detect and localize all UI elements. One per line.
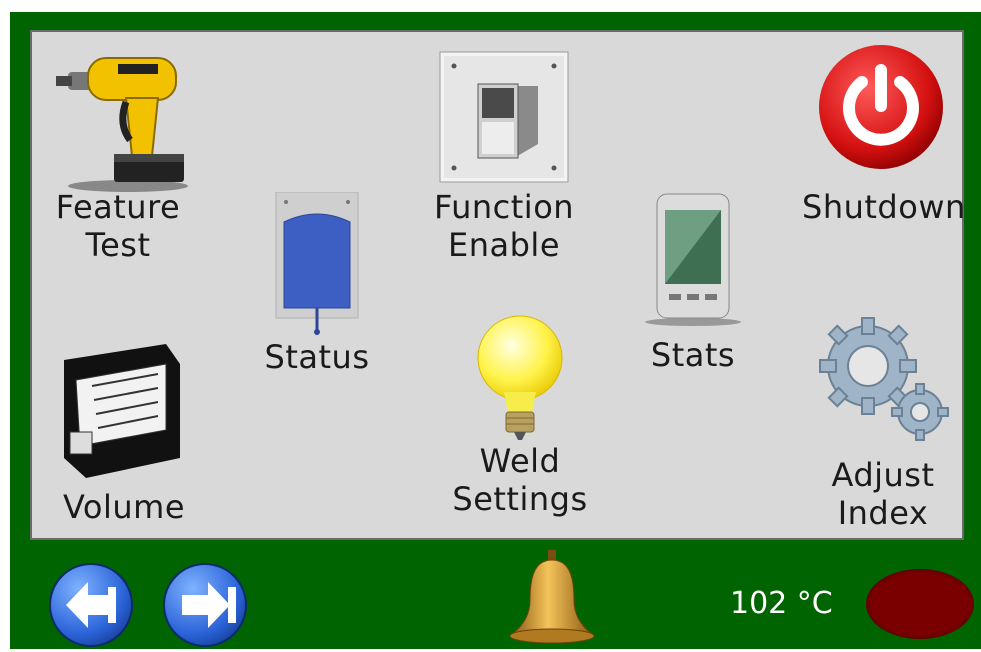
shutdown-label: Shutdown xyxy=(802,188,966,226)
alarm-bell-button[interactable] xyxy=(506,548,598,648)
screen-background: Feature Test Status Function Enable Weld… xyxy=(10,12,981,649)
function-enable-label: Function Enable xyxy=(433,188,575,264)
feature-test-label: Feature Test xyxy=(55,188,181,264)
drill-icon xyxy=(56,57,188,192)
gears-icon xyxy=(819,317,949,441)
adjust-index-tile[interactable]: Adjust Index xyxy=(808,314,958,540)
menu-panel: Feature Test Status Function Enable Weld… xyxy=(30,30,966,542)
forward-button[interactable] xyxy=(162,562,248,648)
device-bezel: Feature Test Status Function Enable Weld… xyxy=(10,12,981,649)
arrow-left-icon xyxy=(49,563,133,647)
bag-icon xyxy=(275,192,359,335)
switch-icon xyxy=(439,51,569,183)
bell-icon xyxy=(509,550,595,644)
function-enable-tile[interactable]: Function Enable xyxy=(424,50,584,270)
screen-frame: Feature Test Status Function Enable Weld… xyxy=(0,0,981,649)
stats-tile[interactable]: Stats xyxy=(628,190,758,380)
temperature-readout: 102 °C xyxy=(730,586,833,621)
status-indicator-led xyxy=(866,569,974,639)
lightbulb-icon xyxy=(477,315,563,440)
status-label: Status xyxy=(264,338,370,376)
volume-tile[interactable]: Volume xyxy=(46,340,202,540)
shutdown-tile[interactable]: Shutdown xyxy=(802,42,966,242)
weld-settings-label: Weld Settings xyxy=(452,442,588,518)
status-tile[interactable]: Status xyxy=(252,192,382,382)
pump-icon xyxy=(64,344,180,478)
stats-label: Stats xyxy=(650,336,736,374)
status-bar: 102 °C xyxy=(10,542,981,649)
weld-settings-tile[interactable]: Weld Settings xyxy=(440,312,600,542)
volume-label: Volume xyxy=(62,488,185,526)
back-button[interactable] xyxy=(48,562,134,648)
feature-test-tile[interactable]: Feature Test xyxy=(48,38,188,268)
pda-icon xyxy=(645,193,741,326)
arrow-right-icon xyxy=(163,563,247,647)
power-icon xyxy=(819,45,943,169)
adjust-index-label: Adjust Index xyxy=(831,456,935,532)
